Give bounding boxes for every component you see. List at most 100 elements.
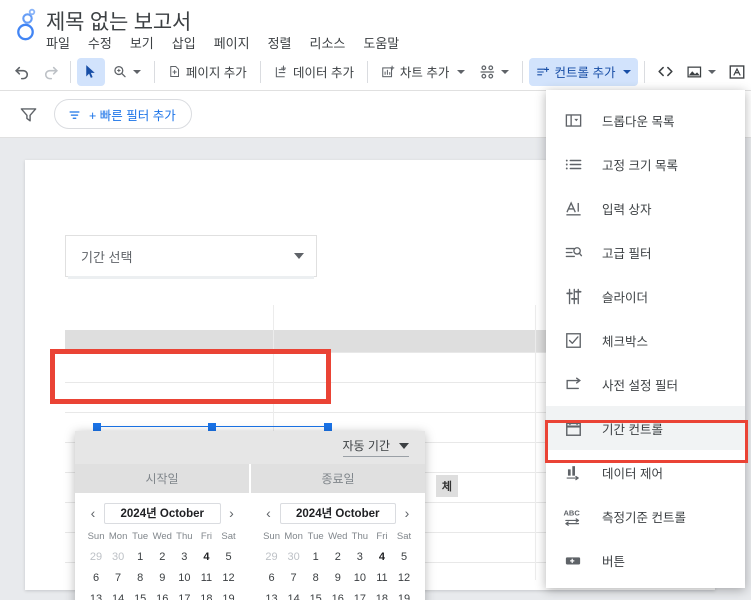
end-prev-month-icon[interactable]: ‹ [261, 505, 277, 521]
calendar-day-left-8[interactable]: 8 [129, 568, 151, 589]
calendar-day-right-30[interactable]: 30 [283, 547, 305, 568]
calendar-day-left-15[interactable]: 15 [129, 589, 151, 600]
embed-code-button[interactable] [651, 58, 679, 86]
insert-text-box-button[interactable] [723, 58, 751, 86]
menu-item-fixed-size-list[interactable]: 고정 크기 목록 [546, 142, 745, 186]
menu-item-data-control[interactable]: 데이터 제어 [546, 450, 745, 494]
date-range-picker-panel[interactable]: 자동 기간 시작일 종료일 ‹ 2024년 October › Sun Mon … [75, 431, 425, 600]
start-prev-month-icon[interactable]: ‹ [85, 505, 101, 521]
calendar-day-right-10[interactable]: 10 [349, 568, 371, 589]
calendar-day-left-11[interactable]: 11 [195, 568, 217, 589]
tab-end-date[interactable]: 종료일 [249, 464, 425, 493]
calendar-day-right-19[interactable]: 19 [393, 589, 415, 600]
add-control-dropdown-menu[interactable]: 드롭다운 목록 고정 크기 목록 입력 상자 고급 필터 슬라이더 체크박스 사… [546, 90, 745, 588]
add-chart-caret-icon [457, 69, 466, 74]
calendar-day-left-3[interactable]: 3 [173, 547, 195, 568]
selection-handle-left[interactable] [93, 423, 101, 431]
calendar-day-right-1[interactable]: 1 [305, 547, 327, 568]
zoom-level-button[interactable] [105, 58, 148, 86]
menu-item-button[interactable]: 버튼 [546, 538, 745, 582]
calendar-day-left-1[interactable]: 1 [129, 547, 151, 568]
menu-item-dimension-control[interactable]: ABC 측정기준 컨트롤 [546, 494, 745, 538]
menu-resource[interactable]: 리소스 [301, 31, 355, 54]
start-month-label[interactable]: 2024년 October [104, 502, 221, 524]
calendar-day-right-17[interactable]: 17 [349, 589, 371, 600]
calendar-day-right-13[interactable]: 13 [261, 589, 283, 600]
undo-button[interactable] [8, 58, 36, 86]
add-chart-button[interactable]: 차트 추가 [374, 58, 473, 86]
calendar-day-left-17[interactable]: 17 [173, 589, 195, 600]
tab-start-date[interactable]: 시작일 [75, 464, 249, 493]
end-month-label[interactable]: 2024년 October [279, 502, 396, 524]
calendar-week-row: 6 7 8 9 10 11 12 [85, 568, 240, 589]
calendar-day-left-19[interactable]: 19 [217, 589, 239, 600]
calendar-day-left-4[interactable]: 4 [195, 547, 217, 568]
add-control-caret-icon [623, 69, 632, 74]
calendar-day-left-29[interactable]: 29 [85, 547, 107, 568]
menu-item-date-range-control[interactable]: 기간 컨트롤 [546, 406, 745, 450]
menu-item-dropdown-list[interactable]: 드롭다운 목록 [546, 98, 745, 142]
calendar-day-right-3[interactable]: 3 [349, 547, 371, 568]
selection-handle-right[interactable] [324, 423, 332, 431]
calendar-day-right-14[interactable]: 14 [283, 589, 305, 600]
calendar-day-right-16[interactable]: 16 [327, 589, 349, 600]
menu-item-preset-filter[interactable]: 사전 설정 필터 [546, 362, 745, 406]
date-range-control-widget[interactable]: 기간 선택 [65, 235, 317, 279]
auto-range-dropdown[interactable]: 자동 기간 [342, 437, 409, 457]
calendar-day-left-9[interactable]: 9 [151, 568, 173, 589]
add-control-button[interactable]: 컨트롤 추가 [528, 57, 639, 86]
add-data-button[interactable]: 데이터 추가 [267, 58, 361, 86]
menu-insert[interactable]: 삽입 [163, 31, 205, 54]
calendar-day-right-15[interactable]: 15 [305, 589, 327, 600]
calendar-day-left-7[interactable]: 7 [107, 568, 129, 589]
menu-edit[interactable]: 수정 [79, 31, 121, 54]
start-next-month-icon[interactable]: › [224, 505, 240, 521]
date-picker-body: ‹ 2024년 October › Sun Mon Tue Wed Thu Fr… [75, 493, 425, 600]
dropdown-list-icon [562, 109, 584, 131]
date-range-chevron-down-icon [294, 253, 304, 259]
filter-icon[interactable] [14, 100, 42, 128]
calendar-day-right-6[interactable]: 6 [261, 568, 283, 589]
calendar-day-right-9[interactable]: 9 [327, 568, 349, 589]
calendar-day-right-11[interactable]: 11 [371, 568, 393, 589]
select-tool-button[interactable] [76, 57, 105, 86]
end-next-month-icon[interactable]: › [399, 505, 415, 521]
calendar-day-left-14[interactable]: 14 [107, 589, 129, 600]
insert-image-button[interactable] [679, 58, 723, 86]
menu-arrange[interactable]: 정렬 [259, 31, 301, 54]
selection-handle-middle[interactable] [208, 423, 216, 431]
calendar-day-left-13[interactable]: 13 [85, 589, 107, 600]
add-quick-filter-chip[interactable]: + 빠른 필터 추가 [54, 99, 192, 129]
community-visualization-button[interactable] [472, 58, 516, 86]
calendar-day-left-12[interactable]: 12 [217, 568, 239, 589]
menu-item-label: 고급 필터 [602, 246, 652, 261]
menu-view[interactable]: 보기 [121, 31, 163, 54]
weekday-mon: Mon [284, 531, 303, 542]
calendar-day-left-18[interactable]: 18 [195, 589, 217, 600]
calendar-day-left-16[interactable]: 16 [151, 589, 173, 600]
calendar-day-left-2[interactable]: 2 [151, 547, 173, 568]
calendar-day-right-7[interactable]: 7 [283, 568, 305, 589]
menu-page[interactable]: 페이지 [205, 31, 259, 54]
calendar-day-left-10[interactable]: 10 [173, 568, 195, 589]
menu-item-slider[interactable]: 슬라이더 [546, 274, 745, 318]
menu-item-label: 기간 컨트롤 [602, 422, 663, 437]
menu-help[interactable]: 도움말 [354, 31, 408, 54]
calendar-day-right-8[interactable]: 8 [305, 568, 327, 589]
menu-item-advanced-filter[interactable]: 고급 필터 [546, 230, 745, 274]
calendar-day-right-4[interactable]: 4 [371, 547, 393, 568]
calendar-day-right-5[interactable]: 5 [393, 547, 415, 568]
component-selection-handles[interactable] [93, 423, 332, 444]
calendar-day-right-2[interactable]: 2 [327, 547, 349, 568]
calendar-day-right-18[interactable]: 18 [371, 589, 393, 600]
calendar-day-left-5[interactable]: 5 [217, 547, 239, 568]
redo-button[interactable] [36, 58, 64, 86]
add-page-button[interactable]: 페이지 추가 [161, 58, 254, 86]
calendar-day-right-29[interactable]: 29 [261, 547, 283, 568]
calendar-day-right-12[interactable]: 12 [393, 568, 415, 589]
menu-file[interactable]: 파일 [46, 31, 79, 54]
menu-item-checkbox[interactable]: 체크박스 [546, 318, 745, 362]
calendar-day-left-30[interactable]: 30 [107, 547, 129, 568]
menu-item-input-box[interactable]: 입력 상자 [546, 186, 745, 230]
calendar-day-left-6[interactable]: 6 [85, 568, 107, 589]
